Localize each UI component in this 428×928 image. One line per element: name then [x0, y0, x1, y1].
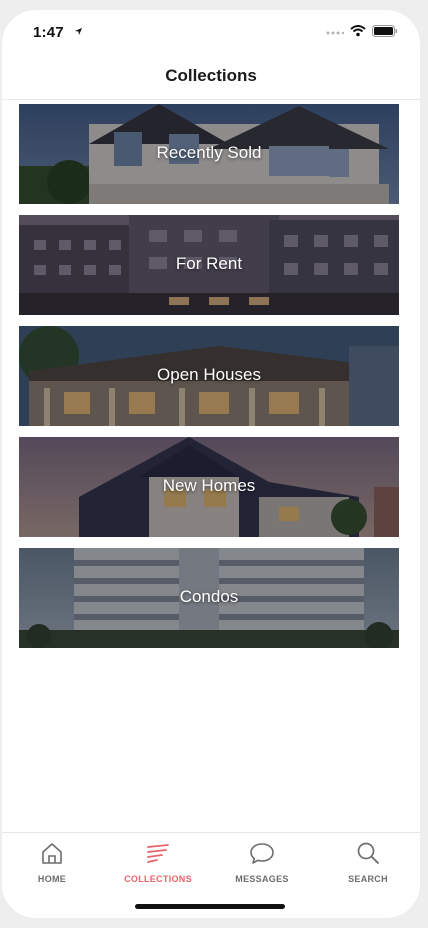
home-icon: [42, 843, 62, 864]
collections-list: Recently Sold For Rent Open Houses New H…: [19, 104, 399, 659]
collection-card-for-rent[interactable]: For Rent: [19, 215, 399, 315]
navigation-bar: Collections: [2, 54, 420, 100]
collection-card-open-houses[interactable]: Open Houses: [19, 326, 399, 426]
tab-messages[interactable]: MESSAGES: [212, 839, 312, 891]
tab-label: HOME: [37, 874, 67, 884]
home-indicator[interactable]: [135, 904, 285, 909]
phone-screen: 1:47 Collections Recently Sold For Rent …: [2, 10, 420, 918]
collection-label: Condos: [179, 587, 239, 606]
signal-icon: [326, 31, 344, 35]
collection-label: Open Houses: [157, 365, 261, 384]
collection-label: Recently Sold: [156, 143, 262, 162]
status-bar: 1:47: [2, 10, 420, 54]
battery-icon: [372, 25, 398, 37]
search-icon: [357, 842, 379, 864]
collection-card-new-homes[interactable]: New Homes: [19, 437, 399, 537]
page-title: Collections: [165, 66, 257, 85]
status-time: 1:47: [33, 24, 64, 41]
collection-card-recently-sold[interactable]: Recently Sold: [19, 104, 399, 204]
location-arrow-icon: [74, 27, 83, 36]
collection-label: For Rent: [175, 254, 243, 273]
chat-bubble-icon: [250, 843, 274, 864]
tab-label: MESSAGES: [235, 874, 289, 884]
tab-collections[interactable]: COLLECTIONS: [108, 839, 208, 891]
tab-label: SEARCH: [348, 874, 388, 884]
status-icons: [326, 25, 398, 37]
tab-search[interactable]: SEARCH: [318, 839, 418, 891]
collection-label: New Homes: [162, 476, 256, 495]
wifi-icon: [350, 25, 366, 37]
collection-card-condos[interactable]: Condos: [19, 548, 399, 648]
tab-home[interactable]: HOME: [2, 839, 102, 891]
collections-icon: [147, 844, 169, 863]
tab-label: COLLECTIONS: [124, 874, 192, 884]
